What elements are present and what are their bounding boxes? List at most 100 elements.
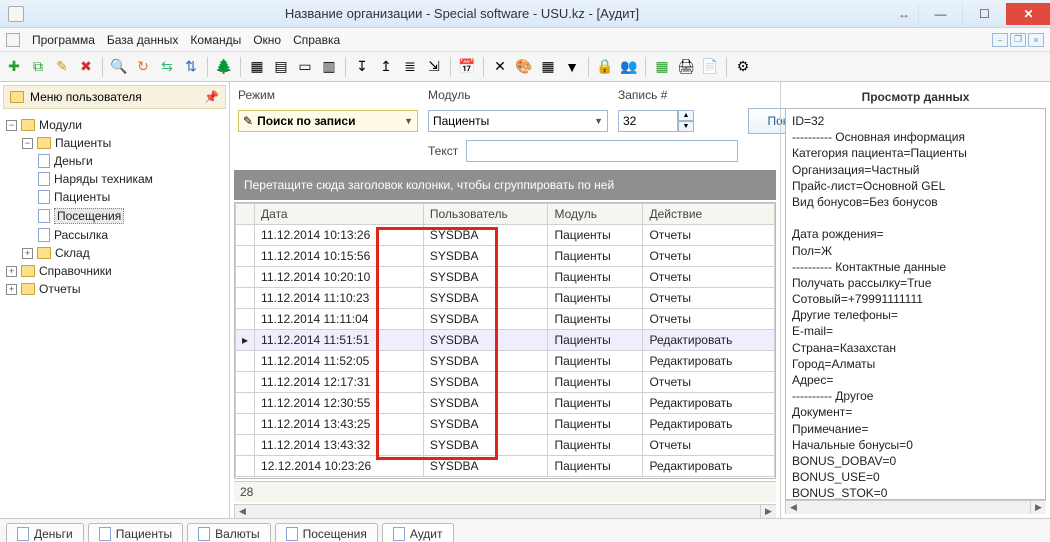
group-by-hint[interactable]: Перетащите сюда заголовок колонки, чтобы… (234, 170, 776, 200)
table-row[interactable]: 11.12.2014 10:15:56SYSDBAПациентыОтчеты (236, 246, 775, 267)
sort-icon[interactable]: ⇅ (181, 57, 201, 77)
preview-icon[interactable]: 📄 (700, 57, 720, 77)
form-icon[interactable]: ▭ (295, 57, 315, 77)
table-row[interactable]: 11.12.2014 10:20:10SYSDBAПациентыОтчеты (236, 267, 775, 288)
main-area: Режим Модуль Запись # ✎Поиск по записи▼ … (230, 82, 780, 518)
palette-icon[interactable]: 🎨 (514, 57, 534, 77)
col-date[interactable]: Дата (255, 204, 424, 225)
module-combo[interactable]: Пациенты▼ (428, 110, 608, 132)
text-label: Текст (428, 144, 458, 158)
data-grid[interactable]: Дата Пользователь Модуль Действие 11.12.… (234, 202, 776, 479)
preview-h-scrollbar[interactable]: ◀▶ (785, 500, 1046, 514)
filter-icon[interactable]: ⇆ (157, 57, 177, 77)
preview-text[interactable]: ID=32 ---------- Основная информация Кат… (785, 108, 1046, 500)
menu-help[interactable]: Справка (293, 33, 340, 47)
tool1-icon[interactable]: ✕ (490, 57, 510, 77)
users-icon[interactable]: 👥 (619, 57, 639, 77)
add-icon[interactable]: ✚ (4, 57, 24, 77)
scroll-right-icon[interactable]: ▶ (760, 505, 776, 518)
nav-tree[interactable]: −Модули −Пациенты Деньги Наряды техникам… (0, 112, 229, 518)
menu-program[interactable]: Программа (32, 33, 95, 47)
tab-patients[interactable]: Пациенты (88, 523, 183, 542)
spin-down-icon[interactable]: ▼ (678, 121, 694, 132)
table-row[interactable]: 11.12.2014 10:13:26SYSDBAПациентыОтчеты (236, 225, 775, 246)
mass-icon[interactable]: ≣ (400, 57, 420, 77)
tree-money[interactable]: Деньги (54, 154, 93, 168)
card-icon[interactable]: ▤ (271, 57, 291, 77)
tree-patients2[interactable]: Пациенты (54, 190, 110, 204)
tab-audit[interactable]: Аудит (382, 523, 454, 542)
excel-icon[interactable]: ▦ (652, 57, 672, 77)
external-icon[interactable]: ⇲ (424, 57, 444, 77)
close-button[interactable]: ✕ (1006, 3, 1050, 25)
tree-mailing[interactable]: Рассылка (54, 228, 108, 242)
tab-money[interactable]: Деньги (6, 523, 84, 542)
maximize-button[interactable]: ☐ (962, 3, 1006, 25)
add-multi-icon[interactable]: ⧉ (28, 57, 48, 77)
tree-refs[interactable]: Справочники (39, 264, 112, 278)
menu-commands[interactable]: Команды (190, 33, 241, 47)
menu-bar: Программа База данных Команды Окно Справ… (0, 28, 1050, 52)
scroll-left-icon[interactable]: ◀ (234, 505, 250, 518)
menu-app-icon (6, 33, 20, 47)
mdi-close-icon[interactable]: × (1028, 33, 1044, 47)
tab-visits[interactable]: Посещения (275, 523, 378, 542)
table-row[interactable]: 11.12.2014 11:11:04SYSDBAПациентыОтчеты (236, 309, 775, 330)
pencil-icon: ✎ (243, 114, 253, 128)
tree-reports[interactable]: Отчеты (39, 282, 80, 296)
col-action[interactable]: Действие (643, 204, 775, 225)
mdi-minimize-icon[interactable]: – (992, 33, 1008, 47)
table-row[interactable]: 11.12.2014 13:43:32SYSDBAПациентыОтчеты (236, 435, 775, 456)
detail-icon[interactable]: ▥ (319, 57, 339, 77)
tree-warehouse[interactable]: Склад (55, 246, 90, 260)
menu-window[interactable]: Окно (253, 33, 281, 47)
tool4-icon[interactable]: ▼ (562, 57, 582, 77)
print-icon[interactable]: 🖨 (676, 57, 696, 77)
menu-database[interactable]: База данных (107, 33, 178, 47)
pin-icon[interactable]: 📌 (204, 90, 219, 104)
delete-icon[interactable]: ✖ (76, 57, 96, 77)
col-module[interactable]: Модуль (548, 204, 643, 225)
h-scrollbar[interactable]: ◀▶ (234, 504, 776, 518)
expand-icon[interactable]: + (6, 266, 17, 277)
collapse-icon[interactable]: − (22, 138, 33, 149)
tool3-icon[interactable]: ▦ (538, 57, 558, 77)
settings-icon[interactable]: ⚙ (733, 57, 753, 77)
text-input[interactable] (466, 140, 738, 162)
tree-modules[interactable]: Модули (39, 118, 82, 132)
document-icon (38, 209, 50, 223)
preview-pane: Просмотр данных ID=32 ---------- Основна… (780, 82, 1050, 518)
table-row[interactable]: ▸11.12.2014 11:51:51SYSDBAПациентыРедакт… (236, 330, 775, 351)
tree-icon[interactable]: 🌲 (214, 57, 234, 77)
table-row[interactable]: 11.12.2014 13:43:25SYSDBAПациентыРедакти… (236, 414, 775, 435)
mode-combo[interactable]: ✎Поиск по записи▼ (238, 110, 418, 132)
table-row[interactable]: 11.12.2014 11:52:05SYSDBAПациентыРедакти… (236, 351, 775, 372)
refresh-icon[interactable]: ↻ (133, 57, 153, 77)
restore-arrow-icon[interactable]: ↔ (894, 7, 914, 21)
col-user[interactable]: Пользователь (423, 204, 548, 225)
tree-patients[interactable]: Пациенты (55, 136, 111, 150)
table-row[interactable]: 11.12.2014 12:17:31SYSDBAПациентыОтчеты (236, 372, 775, 393)
minimize-button[interactable]: — (918, 3, 962, 25)
import-icon[interactable]: ↧ (352, 57, 372, 77)
record-input[interactable] (618, 110, 678, 132)
record-label: Запись # (618, 88, 738, 102)
tree-tech[interactable]: Наряды техникам (54, 172, 153, 186)
lock-icon[interactable]: 🔒 (595, 57, 615, 77)
grid-icon[interactable]: ▦ (247, 57, 267, 77)
spin-up-icon[interactable]: ▲ (678, 110, 694, 121)
table-row[interactable]: 11.12.2014 11:10:23SYSDBAПациентыОтчеты (236, 288, 775, 309)
collapse-icon[interactable]: − (6, 120, 17, 131)
table-row[interactable]: 12.12.2014 10:23:26SYSDBAПациентыРедакти… (236, 456, 775, 477)
record-spinner[interactable]: ▲▼ (618, 110, 738, 132)
mdi-restore-icon[interactable]: ❐ (1010, 33, 1026, 47)
expand-icon[interactable]: + (22, 248, 33, 259)
search-icon[interactable]: 🔍 (109, 57, 129, 77)
export-icon[interactable]: ↥ (376, 57, 396, 77)
tree-visits[interactable]: Посещения (54, 208, 124, 224)
expand-icon[interactable]: + (6, 284, 17, 295)
tab-currencies[interactable]: Валюты (187, 523, 271, 542)
calendar-icon[interactable]: 📅 (457, 57, 477, 77)
edit-icon[interactable]: ✎ (52, 57, 72, 77)
table-row[interactable]: 11.12.2014 12:30:55SYSDBAПациентыРедакти… (236, 393, 775, 414)
